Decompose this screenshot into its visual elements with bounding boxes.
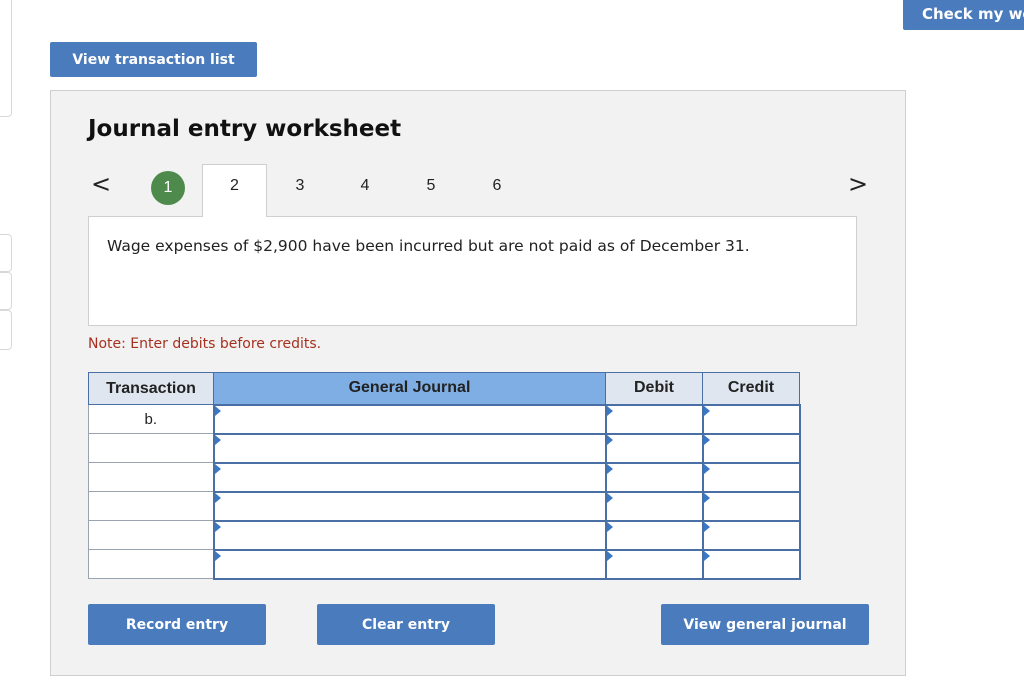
account-select-cell[interactable] xyxy=(212,461,607,493)
debit-column-header: Debit xyxy=(605,372,703,405)
journal-entry-worksheet-panel: Journal entry worksheet < > 1 2 3 4 5 6 … xyxy=(50,90,906,676)
step-2-tab-active[interactable]: 2 xyxy=(202,164,267,217)
table-row xyxy=(88,519,801,551)
left-edge-panel-tab-2 xyxy=(0,272,12,310)
credit-column-header: Credit xyxy=(702,372,800,405)
account-select-cell[interactable] xyxy=(212,432,607,464)
account-select-cell[interactable] xyxy=(212,403,607,435)
transaction-cell xyxy=(88,462,214,492)
transaction-cell xyxy=(88,549,214,579)
left-edge-panel-top xyxy=(0,0,12,117)
credit-input[interactable] xyxy=(701,519,801,551)
clear-entry-button[interactable]: Clear entry xyxy=(317,604,495,645)
table-header-row: Transaction General Journal Debit Credit xyxy=(88,372,800,405)
credit-input[interactable] xyxy=(701,490,801,522)
debit-input[interactable] xyxy=(604,519,704,551)
debit-input[interactable] xyxy=(604,548,704,580)
left-edge-panel-tab-1 xyxy=(0,234,12,272)
check-my-work-button[interactable]: Check my wo xyxy=(903,0,1024,30)
transaction-description: Wage expenses of $2,900 have been incurr… xyxy=(107,237,750,255)
step-4-tab[interactable]: 4 xyxy=(345,177,385,195)
step-2-label: 2 xyxy=(230,177,239,194)
step-1-label: 1 xyxy=(163,179,173,196)
account-select-cell[interactable] xyxy=(212,548,607,580)
next-arrow-icon[interactable]: > xyxy=(848,172,868,196)
journal-entry-table: Transaction General Journal Debit Credit… xyxy=(88,372,801,580)
credit-input[interactable] xyxy=(701,461,801,493)
previous-arrow-icon[interactable]: < xyxy=(91,172,111,196)
worksheet-title: Journal entry worksheet xyxy=(88,116,402,142)
table-row xyxy=(88,490,801,522)
transaction-cell: b. xyxy=(88,404,214,434)
step-1-completed[interactable]: 1 xyxy=(151,171,185,205)
debit-input[interactable] xyxy=(604,461,704,493)
debit-input[interactable] xyxy=(604,403,704,435)
general-journal-column-header: General Journal xyxy=(213,372,606,405)
transaction-cell xyxy=(88,433,214,463)
table-row xyxy=(88,432,801,464)
left-edge-panel-tab-3 xyxy=(0,310,12,350)
table-row xyxy=(88,548,801,580)
entry-note: Note: Enter debits before credits. xyxy=(88,336,322,352)
table-row xyxy=(88,461,801,493)
view-general-journal-button[interactable]: View general journal xyxy=(661,604,869,645)
credit-input[interactable] xyxy=(701,548,801,580)
credit-input[interactable] xyxy=(701,403,801,435)
transaction-cell xyxy=(88,520,214,550)
step-5-tab[interactable]: 5 xyxy=(411,177,451,195)
account-select-cell[interactable] xyxy=(212,490,607,522)
view-transaction-list-button[interactable]: View transaction list xyxy=(50,42,257,77)
table-row: b. xyxy=(88,403,801,435)
transaction-column-header: Transaction xyxy=(88,372,214,405)
record-entry-button[interactable]: Record entry xyxy=(88,604,266,645)
transaction-cell xyxy=(88,491,214,521)
debit-input[interactable] xyxy=(604,490,704,522)
credit-input[interactable] xyxy=(701,432,801,464)
account-select-cell[interactable] xyxy=(212,519,607,551)
step-3-tab[interactable]: 3 xyxy=(280,177,320,195)
step-6-tab[interactable]: 6 xyxy=(477,177,517,195)
debit-input[interactable] xyxy=(604,432,704,464)
transaction-description-box: Wage expenses of $2,900 have been incurr… xyxy=(88,216,857,326)
